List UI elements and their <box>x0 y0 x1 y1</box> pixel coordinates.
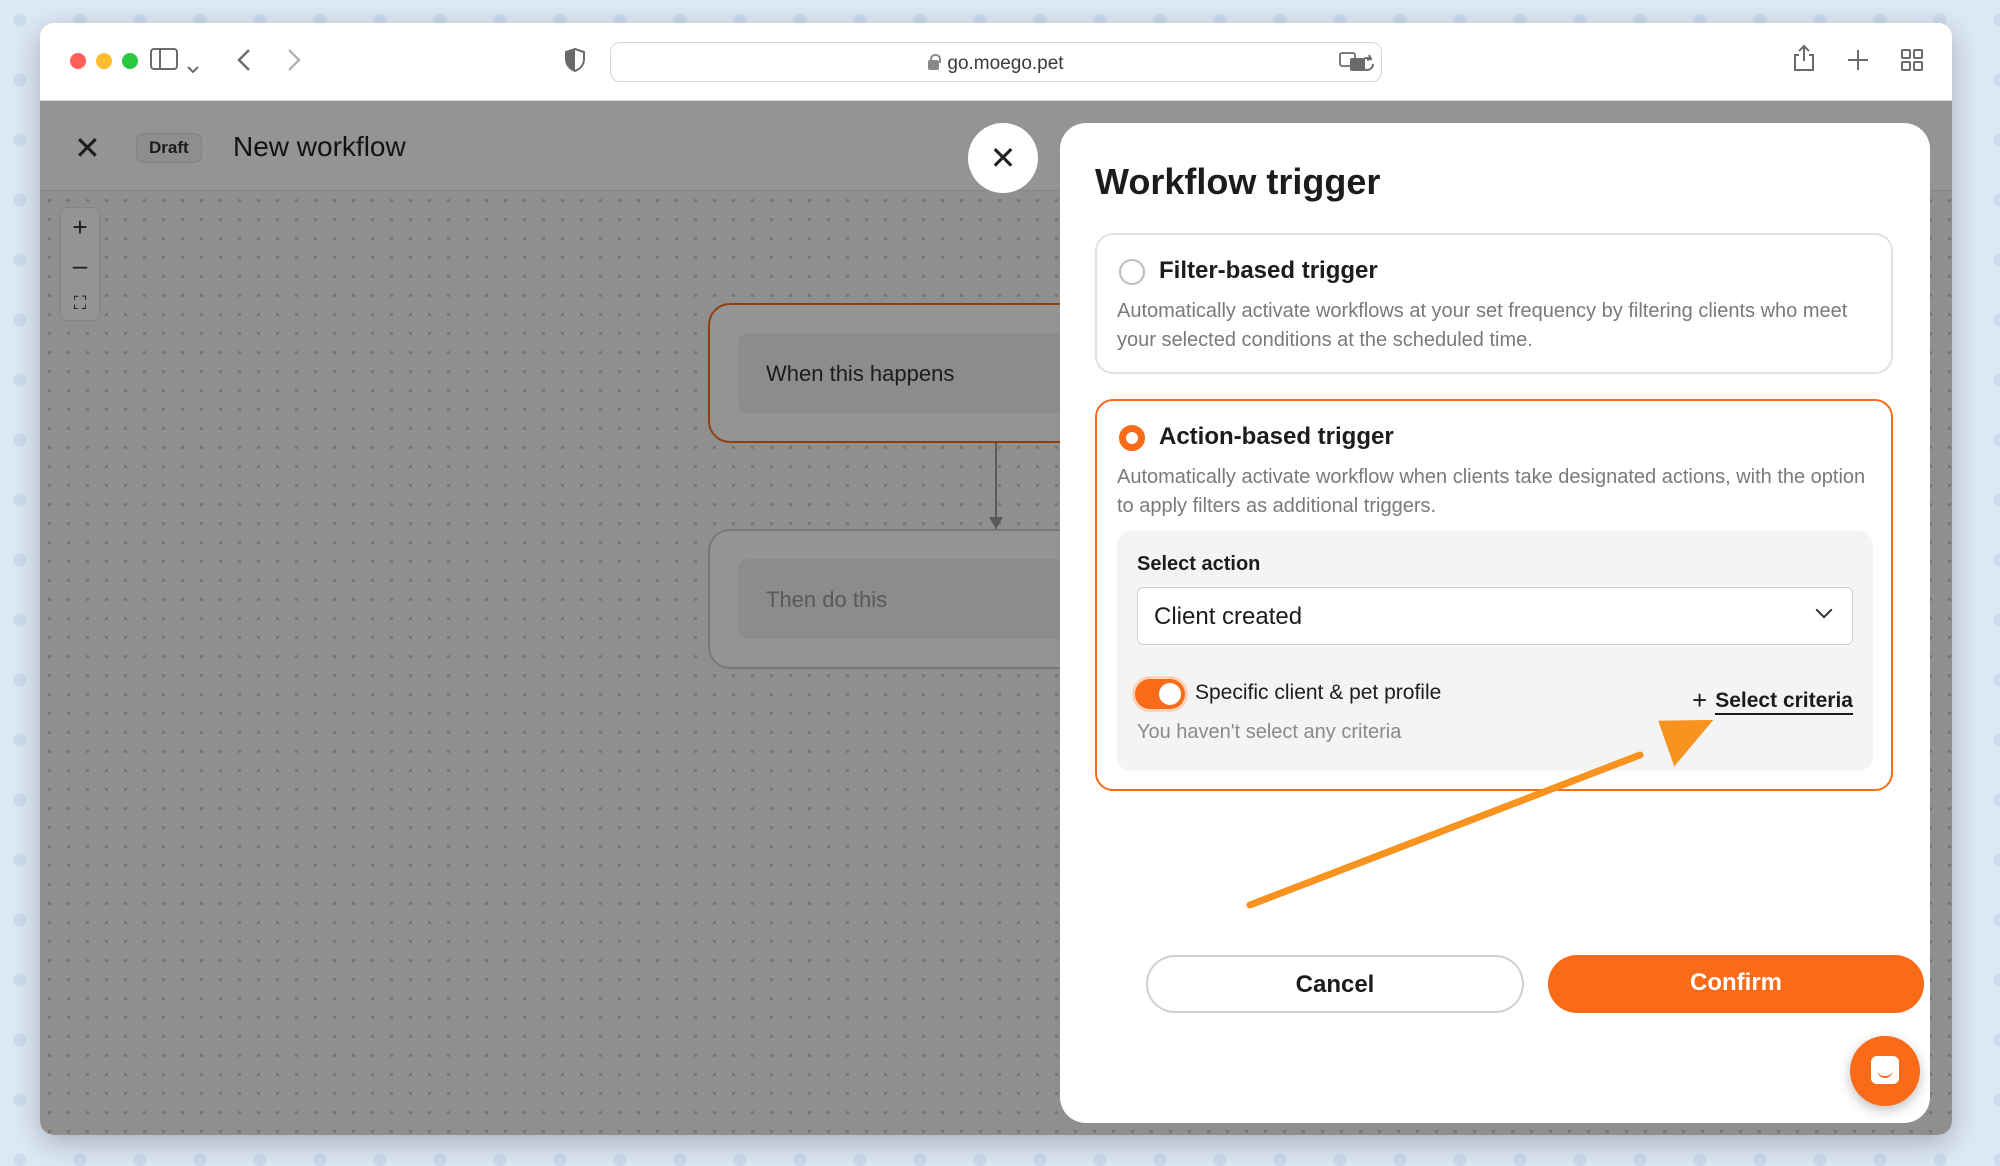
share-icon[interactable] <box>1792 43 1816 77</box>
reload-icon[interactable] <box>1357 52 1377 78</box>
action-trigger-option[interactable]: Action-based trigger Automatically activ… <box>1095 399 1893 791</box>
plus-icon: + <box>1692 685 1708 715</box>
cancel-button[interactable]: Cancel <box>1146 955 1524 1013</box>
filter-trigger-radio[interactable] <box>1119 259 1145 285</box>
select-action-label: Select action <box>1137 553 1261 575</box>
browser-window: go.moego.pet ✕ Draft New workflow + – ⛶ … <box>40 23 1952 1135</box>
select-action-dropdown[interactable]: Client created <box>1137 587 1853 645</box>
criteria-hint: You haven't select any criteria <box>1137 721 1402 743</box>
action-settings-panel: Select action Client created Specific cl… <box>1117 531 1873 771</box>
close-window-button[interactable] <box>70 53 86 69</box>
select-action-value: Client created <box>1154 603 1303 630</box>
chat-icon <box>1871 1056 1899 1084</box>
lock-icon <box>928 54 942 70</box>
close-icon: ✕ <box>989 140 1017 176</box>
specific-profile-label: Specific client & pet profile <box>1195 681 1442 704</box>
drawer-title: Workflow trigger <box>1095 161 1381 202</box>
forward-icon[interactable] <box>286 47 302 77</box>
specific-profile-toggle[interactable] <box>1135 679 1185 709</box>
tabs-grid-icon[interactable] <box>1900 48 1924 76</box>
select-criteria-link[interactable]: + Select criteria <box>1692 683 1853 715</box>
toggle-knob <box>1159 683 1181 705</box>
chat-support-button[interactable] <box>1850 1036 1920 1106</box>
sidebar-icon[interactable] <box>150 47 178 75</box>
confirm-button[interactable]: Confirm <box>1548 955 1924 1013</box>
drawer-close-button[interactable]: ✕ <box>968 123 1038 193</box>
select-criteria-label: Select criteria <box>1715 689 1853 715</box>
chevron-down-icon <box>1815 601 1833 619</box>
action-trigger-description: Automatically activate workflow when cli… <box>1117 466 1866 517</box>
filter-trigger-title: Filter-based trigger <box>1159 257 1378 284</box>
address-bar[interactable]: go.moego.pet <box>610 42 1382 82</box>
filter-trigger-description: Automatically activate workflows at your… <box>1117 300 1848 351</box>
action-trigger-radio[interactable] <box>1119 425 1145 451</box>
chevron-down-icon[interactable] <box>186 53 200 79</box>
minimize-window-button[interactable] <box>96 53 112 69</box>
shield-icon[interactable] <box>564 47 586 77</box>
back-icon[interactable] <box>236 47 252 77</box>
action-trigger-title: Action-based trigger <box>1159 423 1394 450</box>
filter-trigger-option[interactable]: Filter-based trigger Automatically activ… <box>1095 233 1893 374</box>
plus-icon[interactable] <box>1846 48 1870 76</box>
url-text: go.moego.pet <box>947 53 1064 74</box>
zoom-window-button[interactable] <box>122 53 138 69</box>
browser-toolbar: go.moego.pet <box>40 23 1952 101</box>
